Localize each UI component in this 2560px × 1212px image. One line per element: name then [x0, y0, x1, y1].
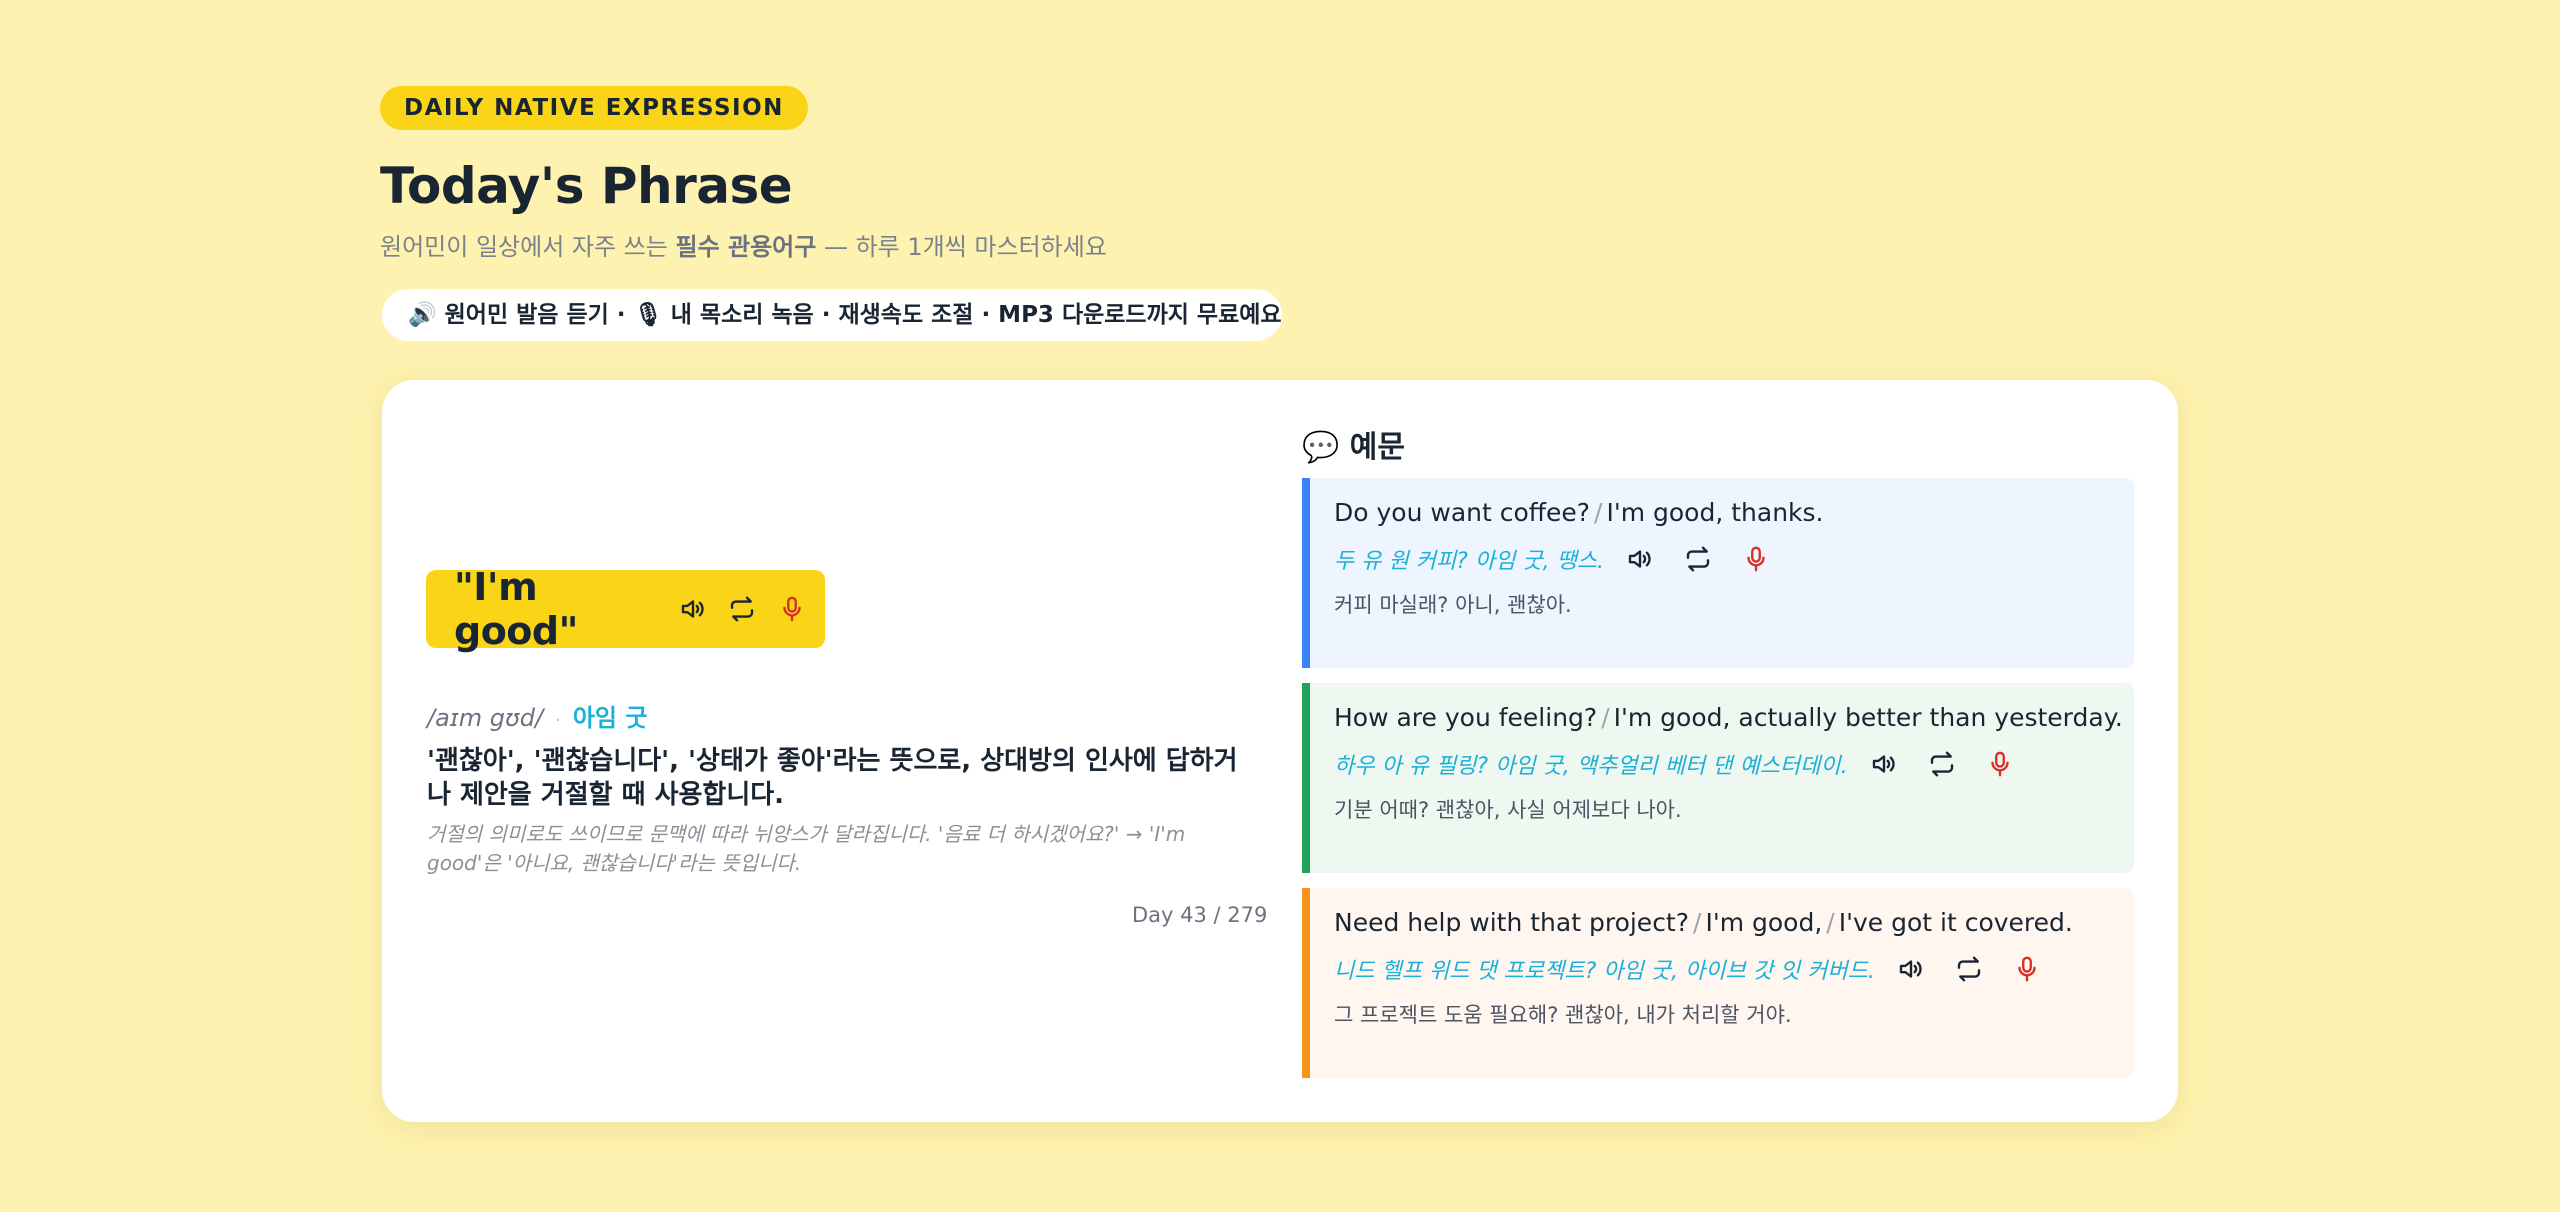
repeat-icon [1930, 751, 1953, 777]
example-record-button[interactable] [2009, 951, 2045, 987]
speaker-icon [681, 600, 704, 618]
example-korean: 그 프로젝트 도움 필요해? 괜찮아, 내가 처리할 거야. [1334, 1003, 1792, 1027]
phrase-ipa: /aɪm gʊd/ [427, 704, 544, 732]
example-pron-row: 니드 헬프 위드 댓 프로젝트? 아임 굿, 아이브 갓 잇 커버드. [1334, 951, 2134, 987]
example-korean: 기분 어때? 괜찮아, 사실 어제보다 나아. [1334, 798, 1682, 822]
examples-heading: 💬 예문 [1302, 430, 1405, 465]
slash-separator: / [1601, 703, 1610, 732]
example-card-1: Do you want coffee? / I'm good, thanks. 두 … [1302, 478, 2134, 668]
microphone-icon [783, 596, 801, 622]
example-pron-row: 두 유 원 커피? 아임 굿, 땡스. [1334, 541, 2134, 577]
subtitle-post: — 하루 1개씩 마스터하세요 [816, 232, 1107, 261]
example-answer: I'm good, thanks. [1606, 498, 1824, 527]
example-english: Need help with that project? / I'm good, / I… [1334, 908, 2134, 937]
slash-separator: / [1693, 908, 1702, 937]
example-answer-continued: I've got it covered. [1838, 908, 2073, 937]
example-question: Need help with that project? [1334, 908, 1690, 937]
speaker-icon [1872, 755, 1895, 773]
microphone-icon [1990, 751, 2009, 777]
phrase-note: 거절의 의미로도 쓰이므로 문맥에 따라 뉘앙스가 달라집니다. '음료 더 하… [427, 822, 1186, 875]
example-pron-row: 하우 아 유 필링? 아임 굿, 액추얼리 베터 댄 예스터데이. [1334, 746, 2134, 782]
speaker-icon [1628, 550, 1651, 568]
subtitle-pre: 원어민이 일상에서 자주 쓰는 [380, 232, 676, 261]
repeat-icon [1957, 956, 1981, 982]
repeat-button[interactable] [726, 591, 760, 627]
example-english: How are you feeling? / I'm good, actually … [1334, 703, 2134, 732]
example-question: How are you feeling? [1334, 703, 1598, 732]
example-pronunciation: 하우 아 유 필링? 아임 굿, 액추얼리 베터 댄 예스터데이. [1334, 754, 1848, 779]
example-answer: I'm good, [1705, 908, 1823, 937]
slash-separator: / [1594, 498, 1603, 527]
example-pronunciation: 니드 헬프 위드 댓 프로젝트? 아임 굿, 아이브 갓 잇 커버드. [1334, 959, 1875, 984]
example-record-button[interactable] [1982, 746, 2018, 782]
example-english: Do you want coffee? / I'm good, thanks. [1334, 498, 2134, 527]
day-counter: Day 43 / 279 [1132, 903, 1268, 927]
example-repeat-button[interactable] [1680, 541, 1716, 577]
example-repeat-button[interactable] [1924, 746, 1960, 782]
pron-separator: · [555, 710, 561, 731]
phrase-pill: "I'm good" [426, 565, 825, 653]
example-question: Do you want coffee? [1334, 498, 1591, 527]
features-banner: 🔊 원어민 발음 듣기 · 🎙 내 목소리 녹음 · 재생속도 조절 · MP3… [382, 289, 1282, 341]
speaker-icon [1899, 960, 1922, 978]
phrase-card: "I'm good" /aɪm gʊd/ · 아임 굿 '괜찮아', '괜찮습니다'… [382, 380, 2178, 1122]
page-header: DAILY NATIVE EXPRESSION Today's Phrase 원… [380, 86, 1107, 262]
example-record-button[interactable] [1738, 541, 1774, 577]
play-audio-button[interactable] [676, 591, 710, 627]
microphone-icon [1747, 546, 1765, 572]
microphone-icon [2018, 956, 2036, 982]
repeat-icon [731, 596, 754, 622]
example-play-button[interactable] [1866, 746, 1902, 782]
subtitle-bold: 필수 관용어구 [675, 232, 817, 261]
page-title: Today's Phrase [380, 157, 793, 215]
example-korean: 커피 마실래? 아니, 괜찮아. [1334, 593, 1572, 617]
example-card-3: Need help with that project? / I'm good, / I… [1302, 888, 2134, 1078]
daily-badge: DAILY NATIVE EXPRESSION [380, 86, 808, 130]
record-button[interactable] [775, 591, 809, 627]
example-pronunciation: 두 유 원 커피? 아임 굿, 땡스. [1334, 549, 1605, 574]
slash-separator: / [1826, 908, 1835, 937]
example-play-button[interactable] [1893, 951, 1929, 987]
repeat-icon [1686, 546, 1710, 572]
phrase-korean-pron: 아임 굿 [572, 704, 648, 732]
phrase-pronunciation: /aɪm gʊd/ · 아임 굿 [427, 698, 647, 733]
phrase-text: "I'm good" [454, 565, 578, 653]
example-answer: I'm good, actually better than yesterday… [1613, 703, 2123, 732]
example-card-2: How are you feeling? / I'm good, actually … [1302, 683, 2134, 873]
phrase-meaning: '괜찮아', '괜찮습니다', '상태가 좋아'라는 뜻으로, 상대방의 인사에… [427, 746, 1238, 810]
example-repeat-button[interactable] [1951, 951, 1987, 987]
example-play-button[interactable] [1622, 541, 1658, 577]
page-subtitle: 원어민이 일상에서 자주 쓰는 필수 관용어구 — 하루 1개씩 마스터하세요 [380, 227, 1107, 262]
